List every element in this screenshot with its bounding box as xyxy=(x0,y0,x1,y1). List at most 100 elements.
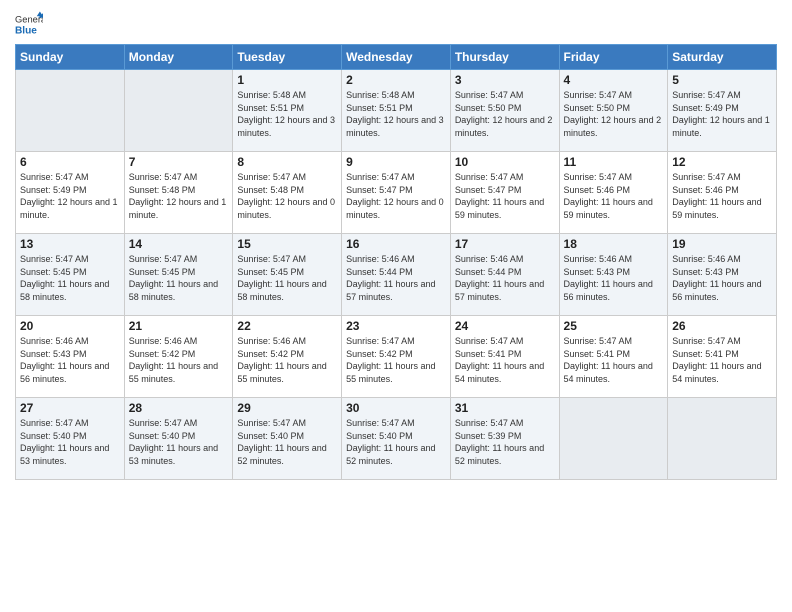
calendar-cell: 10 Sunrise: 5:47 AM Sunset: 5:47 PM Dayli… xyxy=(450,152,559,234)
weekday-header-thursday: Thursday xyxy=(450,45,559,70)
day-info: Sunrise: 5:47 AM Sunset: 5:45 PM Dayligh… xyxy=(129,253,229,303)
page: General Blue SundayMondayTuesdayWednesda… xyxy=(0,0,792,612)
day-number: 10 xyxy=(455,155,555,169)
calendar-cell: 29 Sunrise: 5:47 AM Sunset: 5:40 PM Dayli… xyxy=(233,398,342,480)
calendar-cell xyxy=(559,398,668,480)
day-info: Sunrise: 5:47 AM Sunset: 5:49 PM Dayligh… xyxy=(20,171,120,221)
day-number: 18 xyxy=(564,237,664,251)
day-info: Sunrise: 5:47 AM Sunset: 5:40 PM Dayligh… xyxy=(346,417,446,467)
day-info: Sunrise: 5:48 AM Sunset: 5:51 PM Dayligh… xyxy=(237,89,337,139)
calendar-cell: 9 Sunrise: 5:47 AM Sunset: 5:47 PM Daylig… xyxy=(342,152,451,234)
day-number: 24 xyxy=(455,319,555,333)
calendar-cell xyxy=(668,398,777,480)
week-row-1: 6 Sunrise: 5:47 AM Sunset: 5:49 PM Daylig… xyxy=(16,152,777,234)
calendar-header: SundayMondayTuesdayWednesdayThursdayFrid… xyxy=(16,45,777,70)
day-number: 28 xyxy=(129,401,229,415)
day-number: 25 xyxy=(564,319,664,333)
calendar-cell: 6 Sunrise: 5:47 AM Sunset: 5:49 PM Daylig… xyxy=(16,152,125,234)
week-row-3: 20 Sunrise: 5:46 AM Sunset: 5:43 PM Dayli… xyxy=(16,316,777,398)
calendar-cell: 2 Sunrise: 5:48 AM Sunset: 5:51 PM Daylig… xyxy=(342,70,451,152)
day-number: 22 xyxy=(237,319,337,333)
day-info: Sunrise: 5:46 AM Sunset: 5:43 PM Dayligh… xyxy=(20,335,120,385)
day-number: 2 xyxy=(346,73,446,87)
day-info: Sunrise: 5:47 AM Sunset: 5:41 PM Dayligh… xyxy=(455,335,555,385)
day-info: Sunrise: 5:47 AM Sunset: 5:41 PM Dayligh… xyxy=(564,335,664,385)
day-info: Sunrise: 5:47 AM Sunset: 5:50 PM Dayligh… xyxy=(455,89,555,139)
day-info: Sunrise: 5:47 AM Sunset: 5:47 PM Dayligh… xyxy=(455,171,555,221)
calendar-cell: 8Sunrise: 5:47 AM Sunset: 5:48 PM Daylig… xyxy=(233,152,342,234)
calendar-cell: 12 Sunrise: 5:47 AM Sunset: 5:46 PM Dayli… xyxy=(668,152,777,234)
calendar-cell: 7Sunrise: 5:47 AM Sunset: 5:48 PM Daylig… xyxy=(124,152,233,234)
weekday-row: SundayMondayTuesdayWednesdayThursdayFrid… xyxy=(16,45,777,70)
calendar-cell: 25 Sunrise: 5:47 AM Sunset: 5:41 PM Dayli… xyxy=(559,316,668,398)
day-number: 31 xyxy=(455,401,555,415)
calendar-cell: 17 Sunrise: 5:46 AM Sunset: 5:44 PM Dayli… xyxy=(450,234,559,316)
day-number: 21 xyxy=(129,319,229,333)
calendar: SundayMondayTuesdayWednesdayThursdayFrid… xyxy=(15,44,777,480)
svg-text:Blue: Blue xyxy=(15,25,37,36)
calendar-cell: 24 Sunrise: 5:47 AM Sunset: 5:41 PM Dayli… xyxy=(450,316,559,398)
day-info: Sunrise: 5:47 AM Sunset: 5:47 PM Dayligh… xyxy=(346,171,446,221)
day-info: Sunrise: 5:47 AM Sunset: 5:45 PM Dayligh… xyxy=(237,253,337,303)
calendar-cell: 22Sunrise: 5:46 AM Sunset: 5:42 PM Dayli… xyxy=(233,316,342,398)
day-info: Sunrise: 5:47 AM Sunset: 5:45 PM Dayligh… xyxy=(20,253,120,303)
week-row-0: 1Sunrise: 5:48 AM Sunset: 5:51 PM Daylig… xyxy=(16,70,777,152)
day-info: Sunrise: 5:47 AM Sunset: 5:46 PM Dayligh… xyxy=(564,171,664,221)
day-number: 29 xyxy=(237,401,337,415)
day-number: 27 xyxy=(20,401,120,415)
weekday-header-tuesday: Tuesday xyxy=(233,45,342,70)
calendar-cell: 16 Sunrise: 5:46 AM Sunset: 5:44 PM Dayli… xyxy=(342,234,451,316)
calendar-cell: 3Sunrise: 5:47 AM Sunset: 5:50 PM Daylig… xyxy=(450,70,559,152)
day-number: 12 xyxy=(672,155,772,169)
day-info: Sunrise: 5:46 AM Sunset: 5:44 PM Dayligh… xyxy=(346,253,446,303)
logo-icon: General Blue xyxy=(15,10,43,38)
day-number: 15 xyxy=(237,237,337,251)
day-info: Sunrise: 5:47 AM Sunset: 5:40 PM Dayligh… xyxy=(20,417,120,467)
day-info: Sunrise: 5:48 AM Sunset: 5:51 PM Dayligh… xyxy=(346,89,446,139)
calendar-cell: 5Sunrise: 5:47 AM Sunset: 5:49 PM Daylig… xyxy=(668,70,777,152)
weekday-header-sunday: Sunday xyxy=(16,45,125,70)
day-number: 16 xyxy=(346,237,446,251)
day-number: 9 xyxy=(346,155,446,169)
day-number: 19 xyxy=(672,237,772,251)
day-info: Sunrise: 5:46 AM Sunset: 5:43 PM Dayligh… xyxy=(564,253,664,303)
day-number: 17 xyxy=(455,237,555,251)
day-info: Sunrise: 5:46 AM Sunset: 5:42 PM Dayligh… xyxy=(129,335,229,385)
week-row-4: 27 Sunrise: 5:47 AM Sunset: 5:40 PM Dayli… xyxy=(16,398,777,480)
calendar-cell: 31 Sunrise: 5:47 AM Sunset: 5:39 PM Dayli… xyxy=(450,398,559,480)
calendar-cell: 14Sunrise: 5:47 AM Sunset: 5:45 PM Dayli… xyxy=(124,234,233,316)
logo: General Blue xyxy=(15,10,43,38)
calendar-cell: 26 Sunrise: 5:47 AM Sunset: 5:41 PM Dayli… xyxy=(668,316,777,398)
calendar-cell: 11Sunrise: 5:47 AM Sunset: 5:46 PM Dayli… xyxy=(559,152,668,234)
calendar-cell: 23 Sunrise: 5:47 AM Sunset: 5:42 PM Dayli… xyxy=(342,316,451,398)
calendar-body: 1Sunrise: 5:48 AM Sunset: 5:51 PM Daylig… xyxy=(16,70,777,480)
day-number: 20 xyxy=(20,319,120,333)
calendar-cell: 21 Sunrise: 5:46 AM Sunset: 5:42 PM Dayli… xyxy=(124,316,233,398)
day-info: Sunrise: 5:47 AM Sunset: 5:39 PM Dayligh… xyxy=(455,417,555,467)
day-info: Sunrise: 5:47 AM Sunset: 5:50 PM Dayligh… xyxy=(564,89,664,139)
day-number: 23 xyxy=(346,319,446,333)
calendar-cell: 15 Sunrise: 5:47 AM Sunset: 5:45 PM Dayli… xyxy=(233,234,342,316)
calendar-cell xyxy=(16,70,125,152)
calendar-cell: 27 Sunrise: 5:47 AM Sunset: 5:40 PM Dayli… xyxy=(16,398,125,480)
day-info: Sunrise: 5:47 AM Sunset: 5:41 PM Dayligh… xyxy=(672,335,772,385)
day-info: Sunrise: 5:47 AM Sunset: 5:40 PM Dayligh… xyxy=(237,417,337,467)
day-info: Sunrise: 5:47 AM Sunset: 5:49 PM Dayligh… xyxy=(672,89,772,139)
weekday-header-wednesday: Wednesday xyxy=(342,45,451,70)
calendar-cell: 28Sunrise: 5:47 AM Sunset: 5:40 PM Dayli… xyxy=(124,398,233,480)
day-number: 6 xyxy=(20,155,120,169)
weekday-header-saturday: Saturday xyxy=(668,45,777,70)
calendar-cell: 1Sunrise: 5:48 AM Sunset: 5:51 PM Daylig… xyxy=(233,70,342,152)
day-info: Sunrise: 5:47 AM Sunset: 5:42 PM Dayligh… xyxy=(346,335,446,385)
day-info: Sunrise: 5:46 AM Sunset: 5:44 PM Dayligh… xyxy=(455,253,555,303)
day-number: 13 xyxy=(20,237,120,251)
day-info: Sunrise: 5:47 AM Sunset: 5:48 PM Dayligh… xyxy=(237,171,337,221)
calendar-cell: 20 Sunrise: 5:46 AM Sunset: 5:43 PM Dayli… xyxy=(16,316,125,398)
day-info: Sunrise: 5:47 AM Sunset: 5:48 PM Dayligh… xyxy=(129,171,229,221)
calendar-cell: 30Sunrise: 5:47 AM Sunset: 5:40 PM Dayli… xyxy=(342,398,451,480)
day-info: Sunrise: 5:46 AM Sunset: 5:43 PM Dayligh… xyxy=(672,253,772,303)
week-row-2: 13 Sunrise: 5:47 AM Sunset: 5:45 PM Dayli… xyxy=(16,234,777,316)
header: General Blue xyxy=(15,10,777,38)
day-info: Sunrise: 5:47 AM Sunset: 5:46 PM Dayligh… xyxy=(672,171,772,221)
day-number: 26 xyxy=(672,319,772,333)
